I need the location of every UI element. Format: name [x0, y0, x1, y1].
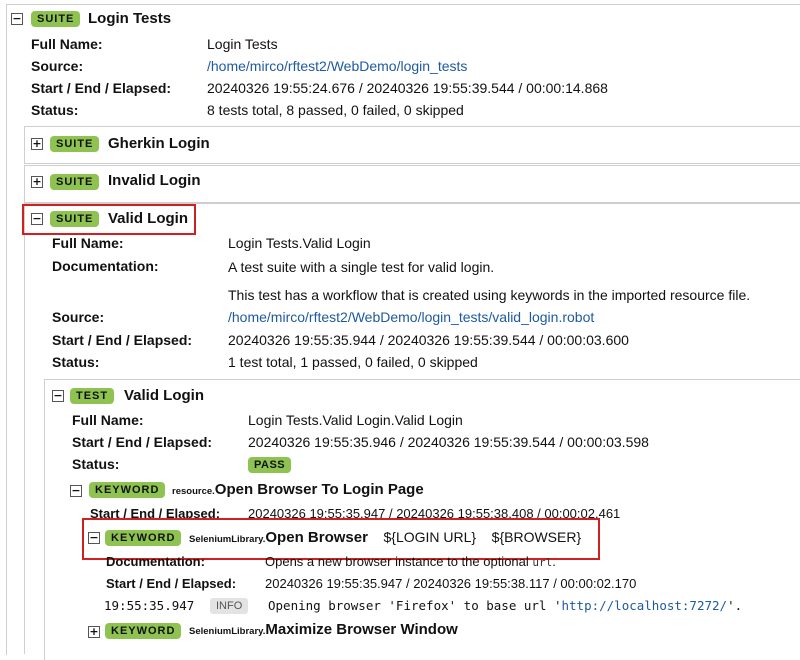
valid-source-link[interactable]: /home/mirco/rftest2/WebDemo/login_tests/… — [228, 309, 594, 325]
kw-open-browser-arg1: ${LOGIN URL} — [383, 529, 477, 545]
kw-open-browser-doc-text: Opens a new browser instance to the opti… — [265, 554, 529, 569]
root-times: 20240326 19:55:24.676 / 20240326 19:55:3… — [207, 80, 608, 96]
valid-full-name-label: Full Name: — [52, 235, 124, 251]
root-full-name: Login Tests — [207, 36, 278, 52]
suite-gherkin-name[interactable]: Gherkin Login — [108, 135, 210, 152]
test-times: 20240326 19:55:35.946 / 20240326 19:55:3… — [248, 434, 649, 450]
valid-doc-line1: A test suite with a single test for vali… — [228, 259, 495, 275]
log-message-text: Opening browser 'Firefox' to base url ' — [268, 598, 562, 613]
kw-open-browser-arg2: ${BROWSER} — [491, 529, 582, 545]
root-suite-badge: SUITE — [31, 11, 81, 27]
valid-status: 1 test total, 1 passed, 0 failed, 0 skip… — [228, 354, 478, 370]
kw-open-browser-doc: Opens a new browser instance to the opti… — [265, 554, 556, 569]
test-full-name-label: Full Name: — [72, 412, 144, 428]
suite-gherkin-badge: SUITE — [50, 136, 100, 152]
test-status-badge: PASS — [248, 457, 292, 473]
test-name[interactable]: Valid Login — [124, 387, 204, 404]
log-level-badge: INFO — [210, 598, 249, 614]
suite-invalid-expand-toggle[interactable]: + — [31, 176, 43, 188]
kw-maximize-title[interactable]: SeleniumLibrary.Maximize Browser Window — [189, 621, 458, 638]
root-suite-collapse-toggle[interactable]: − — [11, 13, 23, 25]
valid-times: 20240326 19:55:35.944 / 20240326 19:55:3… — [228, 332, 629, 348]
log-message-url[interactable]: http://localhost:7272/ — [562, 598, 728, 613]
kw-open-browser-name: Open Browser — [265, 529, 368, 546]
kw-open-browser-title[interactable]: SeleniumLibrary.Open Browser ${LOGIN URL… — [189, 529, 581, 546]
kw-maximize-lib: SeleniumLibrary — [189, 626, 263, 637]
test-status-label: Status: — [72, 456, 120, 472]
root-suite-name[interactable]: Login Tests — [88, 10, 171, 27]
kw-open-browser-times: 20240326 19:55:35.947 / 20240326 19:55:3… — [265, 576, 637, 591]
test-full-name: Login Tests.Valid Login.Valid Login — [248, 412, 463, 428]
suite-valid-badge: SUITE — [50, 211, 100, 227]
kw-open-login-badge: KEYWORD — [89, 482, 166, 498]
kw-maximize-badge: KEYWORD — [105, 623, 182, 639]
kw-maximize-name: Maximize Browser Window — [265, 621, 458, 638]
kw-open-browser-times-label: Start / End / Elapsed: — [106, 576, 237, 591]
log-message: Opening browser 'Firefox' to base url 'h… — [268, 598, 742, 613]
root-status: 8 tests total, 8 passed, 0 failed, 0 ski… — [207, 102, 464, 118]
test-badge: TEST — [70, 388, 115, 404]
valid-status-label: Status: — [52, 354, 100, 370]
log-message-end: '. — [727, 598, 743, 613]
test-times-label: Start / End / Elapsed: — [72, 434, 213, 450]
valid-source-label: Source: — [52, 309, 105, 325]
suite-invalid-name[interactable]: Invalid Login — [108, 172, 201, 189]
log-timestamp: 19:55:35.947 — [104, 598, 195, 613]
kw-open-browser-lib: SeleniumLibrary — [189, 534, 263, 545]
kw-open-login-title[interactable]: resource.Open Browser To Login Page — [172, 481, 424, 498]
valid-doc-line2: This test has a workflow that is created… — [228, 287, 751, 303]
valid-doc-label: Documentation: — [52, 258, 159, 274]
suite-invalid-badge: SUITE — [50, 174, 100, 190]
root-times-label: Start / End / Elapsed: — [31, 80, 172, 96]
valid-times-label: Start / End / Elapsed: — [52, 332, 193, 348]
kw-open-browser-badge: KEYWORD — [105, 530, 182, 546]
kw-open-login-name: Open Browser To Login Page — [214, 481, 424, 498]
root-source-link[interactable]: /home/mirco/rftest2/WebDemo/login_tests — [207, 58, 467, 74]
root-source-label: Source: — [31, 58, 84, 74]
kw-open-browser-doc-end: . — [552, 554, 556, 569]
valid-full-name: Login Tests.Valid Login — [228, 235, 371, 251]
kw-open-login-collapse-toggle[interactable]: − — [70, 485, 82, 497]
kw-open-browser-collapse-toggle[interactable]: − — [88, 532, 100, 544]
kw-maximize-expand-toggle[interactable]: + — [88, 626, 100, 638]
suite-gherkin-expand-toggle[interactable]: + — [31, 138, 43, 150]
test-collapse-toggle[interactable]: − — [52, 390, 64, 402]
kw-open-browser-doc-code: url — [532, 556, 553, 569]
root-status-label: Status: — [31, 102, 79, 118]
root-full-name-label: Full Name: — [31, 36, 103, 52]
suite-valid-name[interactable]: Valid Login — [108, 210, 188, 227]
kw-open-login-lib: resource — [172, 486, 213, 497]
kw-open-browser-doc-label: Documentation: — [106, 554, 205, 569]
suite-valid-collapse-toggle[interactable]: − — [31, 213, 43, 225]
